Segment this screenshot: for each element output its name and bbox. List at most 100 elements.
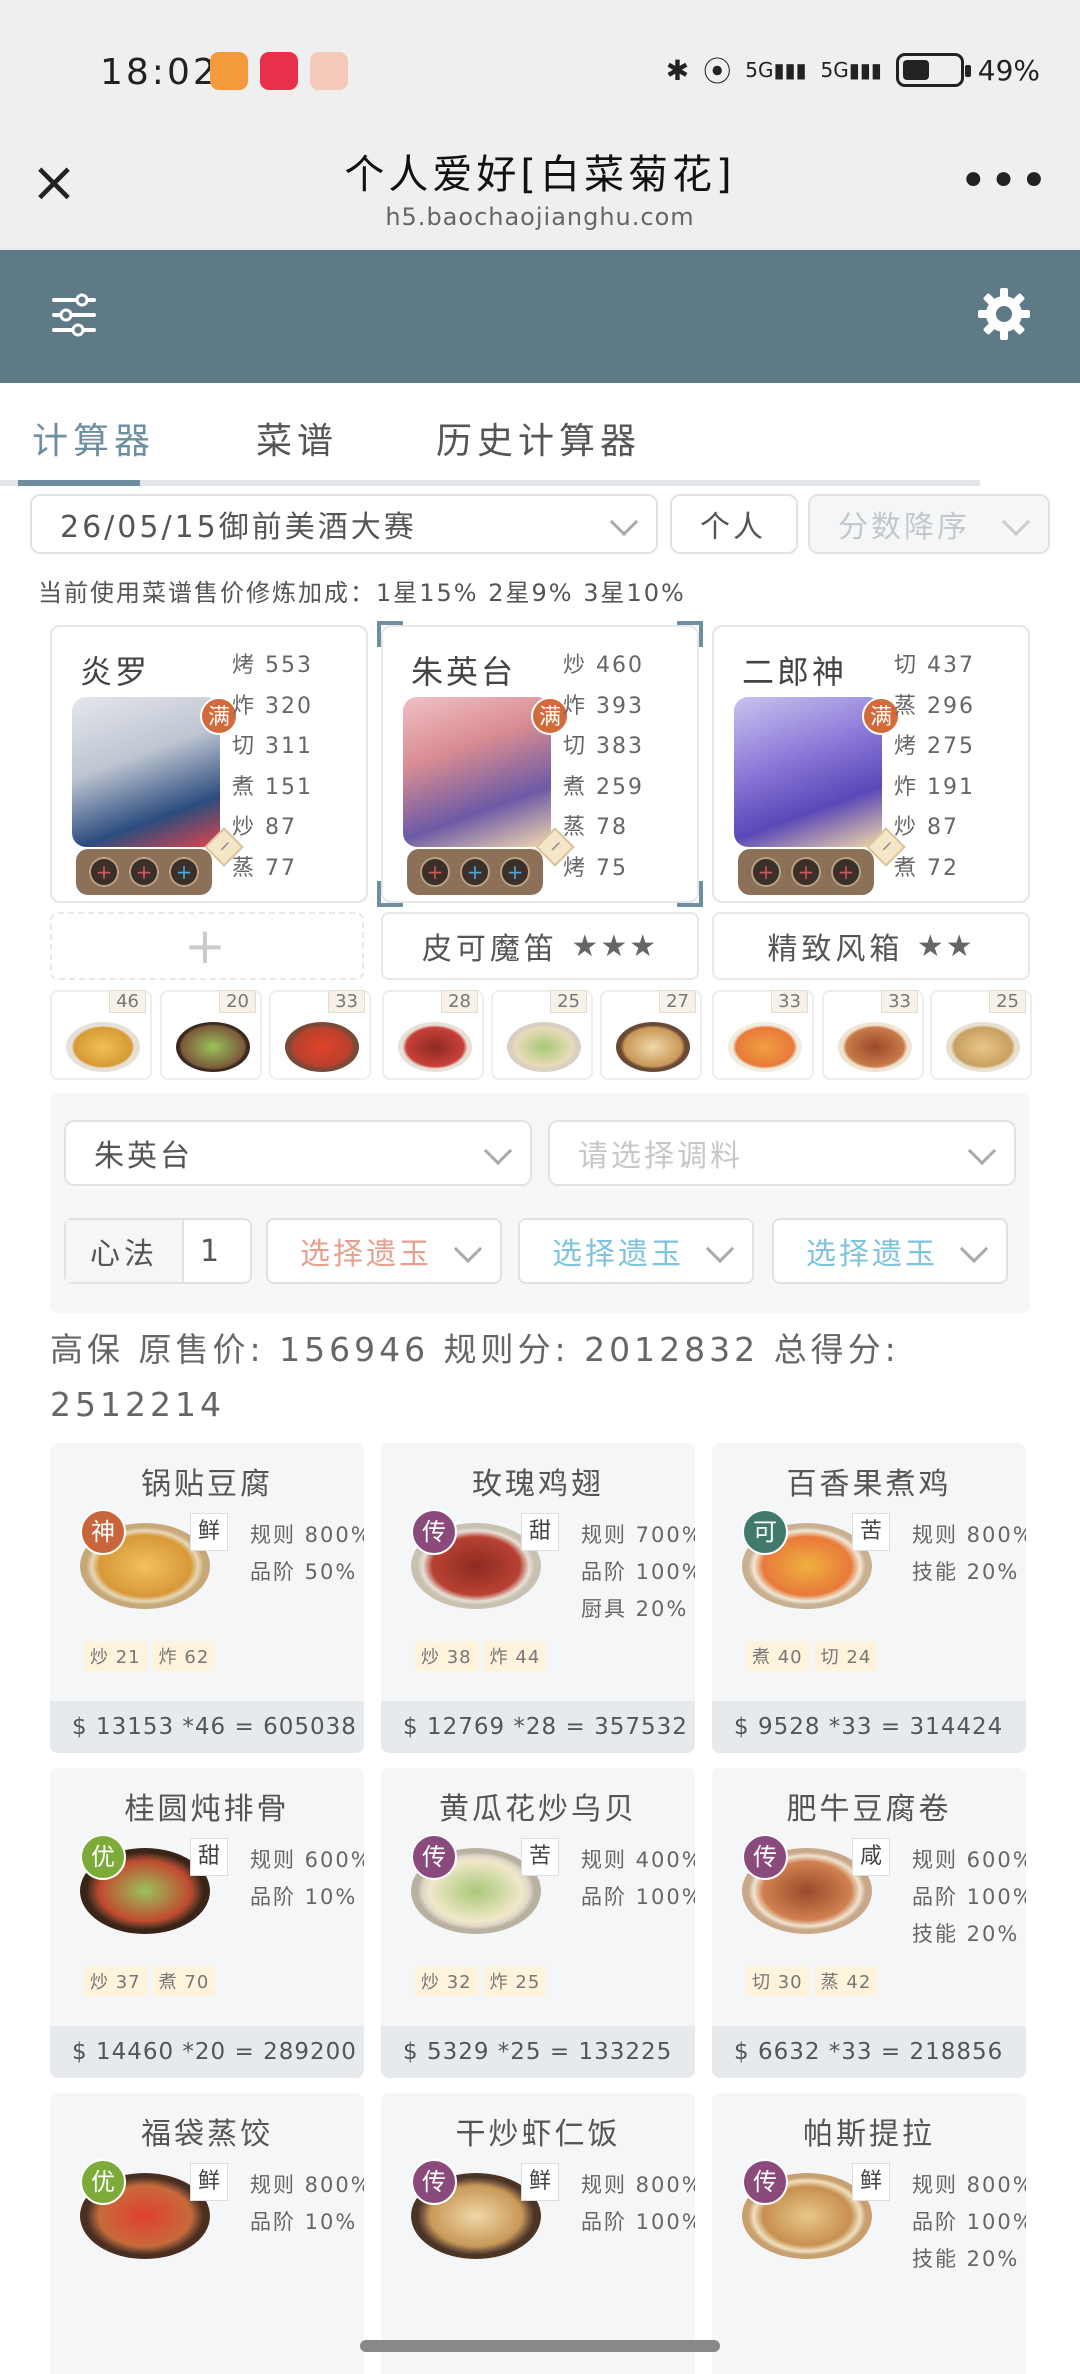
dish-count: 33 [328, 990, 365, 1013]
rule-line: 厨具 20% [581, 1597, 689, 1621]
recipe-card[interactable]: 百香果煮鸡可 苦规则 800% 技能 20% 煮 40 切 24 $ 9528 *33 =… [712, 1443, 1026, 1753]
equip-name: 皮可魔笛 [421, 932, 558, 967]
signal-icon: 5G▮▮▮ [745, 58, 807, 82]
recipe-card[interactable]: 肥牛豆腐卷传 咸规则 600% 品阶 100% 技能 20% 切 30 蒸 42 $ 663… [712, 1768, 1026, 2078]
chef-stat: 炸 320 [232, 693, 313, 719]
jade-select[interactable]: 选择遗玉 [518, 1218, 754, 1284]
recipe-skills: 炒 32 炸 25 [415, 1966, 547, 1996]
recipe-name: 桂圆炖排骨 [124, 1792, 290, 1827]
location-icon: ⦿ [703, 55, 732, 88]
dish-image [398, 1022, 472, 1072]
recipe-card[interactable]: 干炒虾仁饭传 鲜规则 800% 品阶 100% [381, 2093, 695, 2374]
chevron-down-icon [967, 1136, 997, 1166]
recipe-name: 玫瑰鸡翅 [472, 1467, 604, 1502]
recipe-card[interactable]: 黄瓜花炒乌贝传 苦规则 400% 品阶 100% 炒 32 炸 25 $ 5329 *25… [381, 1768, 695, 2078]
recipe-card[interactable]: 玫瑰鸡翅传 甜规则 700% 品阶 100% 厨具 20% 炒 38 炸 44 $ 1276… [381, 1443, 695, 1753]
slot-icon[interactable]: + [460, 857, 490, 887]
chef-stat: 炒 460 [563, 653, 644, 678]
flavor-tag: 鲜 [852, 2163, 890, 2201]
dish-slot[interactable]: 33 [269, 990, 371, 1080]
recipe-card[interactable]: 福袋蒸饺优 鲜规则 800% 品阶 10% [50, 2093, 364, 2374]
chef-card-selected[interactable]: 朱英台 满 + + + I 炒 460 炸 393 切 383 煮 259 蒸 78… [377, 621, 703, 907]
dish-image [285, 1022, 359, 1072]
dish-slot[interactable]: 46 [50, 990, 152, 1080]
tab-calculator[interactable]: 计算器 [32, 412, 155, 464]
dish-slot[interactable]: 20 [160, 990, 262, 1080]
recipe-card[interactable]: 锅贴豆腐神 鲜规则 800% 品阶 50% 炒 21 炸 62 $ 13153 *46 =… [50, 1443, 364, 1753]
dish-slot[interactable]: 28 [382, 990, 484, 1080]
recipe-rules: 规则 600% 品阶 10% [250, 1844, 364, 1918]
seasoning-placeholder: 请选择调料 [578, 1139, 743, 1174]
recipe-total: $ 12769 *28 = 357532 [381, 1701, 695, 1753]
slot-icon[interactable]: + [89, 857, 119, 887]
recipe-skills: 炒 21 炸 62 [84, 1641, 216, 1671]
chef-card[interactable]: 炎罗 满 + + + I 烤 553 炸 320 切 311 煮 151 炒 87 … [50, 625, 368, 903]
gem-slots[interactable]: + + + [738, 849, 874, 895]
contest-select[interactable]: 26/05/15御前美酒大赛 [30, 494, 658, 554]
recipe-name: 锅贴豆腐 [141, 1467, 273, 1502]
slot-icon[interactable]: + [791, 857, 821, 887]
more-icon[interactable]: ••• [959, 153, 1050, 209]
score-summary: 高保 原售价: 156946 规则分: 2012832 总得分: 2512214 [50, 1330, 900, 1424]
chef-stats: 烤 553 炸 320 切 311 煮 151 炒 87 蒸 77 [232, 647, 362, 890]
rule-line: 品阶 100% [912, 2210, 1026, 2234]
chef-stat: 切 437 [894, 653, 975, 678]
slot-icon[interactable]: + [500, 857, 530, 887]
skill-tag: 炸 44 [483, 1641, 547, 1671]
flavor-tag: 苦 [852, 1513, 890, 1551]
recipe-card[interactable]: 帕斯提拉传 鲜规则 800% 品阶 100% 技能 20% [712, 2093, 1026, 2374]
flavor-tag: 鲜 [521, 2163, 559, 2201]
selection-corner [377, 621, 403, 647]
rule-line: 技能 20% [912, 1922, 1020, 1946]
seasoning-select[interactable]: 请选择调料 [548, 1120, 1016, 1186]
flavor-tag: 苦 [521, 1838, 559, 1876]
rank-badge: 可 [742, 1509, 788, 1555]
dish-slot[interactable]: 33 [712, 990, 814, 1080]
page-title: 个人爱好[白菜菊花] [344, 152, 736, 198]
dish-slot[interactable]: 27 [600, 990, 702, 1080]
dish-slot[interactable]: 33 [822, 990, 924, 1080]
tab-bar: 计算器 菜谱 历史计算器 [0, 390, 1080, 485]
slot-icon[interactable]: + [169, 857, 199, 887]
gear-icon[interactable] [976, 286, 1032, 342]
chef-select[interactable]: 朱英台 [64, 1120, 532, 1186]
jade-select[interactable]: 选择遗玉 [266, 1218, 502, 1284]
chef-stat: 切 383 [563, 734, 644, 759]
heart-method-field[interactable]: 心法 1 [64, 1218, 252, 1284]
add-equip-button[interactable]: + [50, 912, 364, 980]
recipe-name: 帕斯提拉 [803, 2117, 935, 2152]
rule-line: 规则 800% [250, 2173, 364, 2197]
chef-card[interactable]: 二郎神 满 + + + I 切 437 蒸 296 烤 275 炸 191 炒 87… [712, 625, 1030, 903]
chef-stat: 烤 553 [232, 653, 313, 678]
tab-divider [0, 480, 980, 486]
gem-slots[interactable]: + + + [76, 849, 212, 895]
slot-icon[interactable]: + [129, 857, 159, 887]
chef-select-value: 朱英台 [94, 1139, 193, 1174]
dish-image [176, 1022, 250, 1072]
mode-value: 个人 [700, 510, 766, 545]
chevron-down-icon [705, 1234, 735, 1264]
tab-history[interactable]: 历史计算器 [436, 412, 641, 464]
recipe-skills: 煮 40 切 24 [746, 1641, 878, 1671]
gem-slots[interactable]: + + + [407, 849, 543, 895]
recipe-card[interactable]: 桂圆炖排骨优 甜规则 600% 品阶 10% 炒 37 煮 70 $ 14460 *20 … [50, 1768, 364, 2078]
dish-slot[interactable]: 25 [491, 990, 593, 1080]
slot-icon[interactable]: + [831, 857, 861, 887]
sort-select[interactable]: 分数降序 [808, 494, 1050, 554]
slot-icon[interactable]: + [751, 857, 781, 887]
equip-slot[interactable]: 精致风箱 ★★ [712, 912, 1030, 980]
rank-badge: 传 [411, 1834, 457, 1880]
sliders-icon[interactable] [52, 290, 96, 340]
jade-select[interactable]: 选择遗玉 [772, 1218, 1008, 1284]
heart-input[interactable]: 1 [184, 1220, 250, 1282]
dish-slot[interactable]: 25 [930, 990, 1032, 1080]
recipe-total: $ 6632 *33 = 218856 [712, 2026, 1026, 2078]
tab-recipes[interactable]: 菜谱 [256, 412, 338, 464]
recipe-rules: 规则 800% 品阶 100% 技能 20% [912, 2169, 1026, 2280]
rule-line: 规则 400% [581, 1848, 695, 1872]
slot-icon[interactable]: + [420, 857, 450, 887]
mode-select[interactable]: 个人 [670, 494, 798, 554]
recipe-total: $ 13153 *46 = 605038 [50, 1701, 364, 1753]
battery-icon [895, 53, 971, 87]
equip-slot[interactable]: 皮可魔笛 ★★★ [381, 912, 699, 980]
